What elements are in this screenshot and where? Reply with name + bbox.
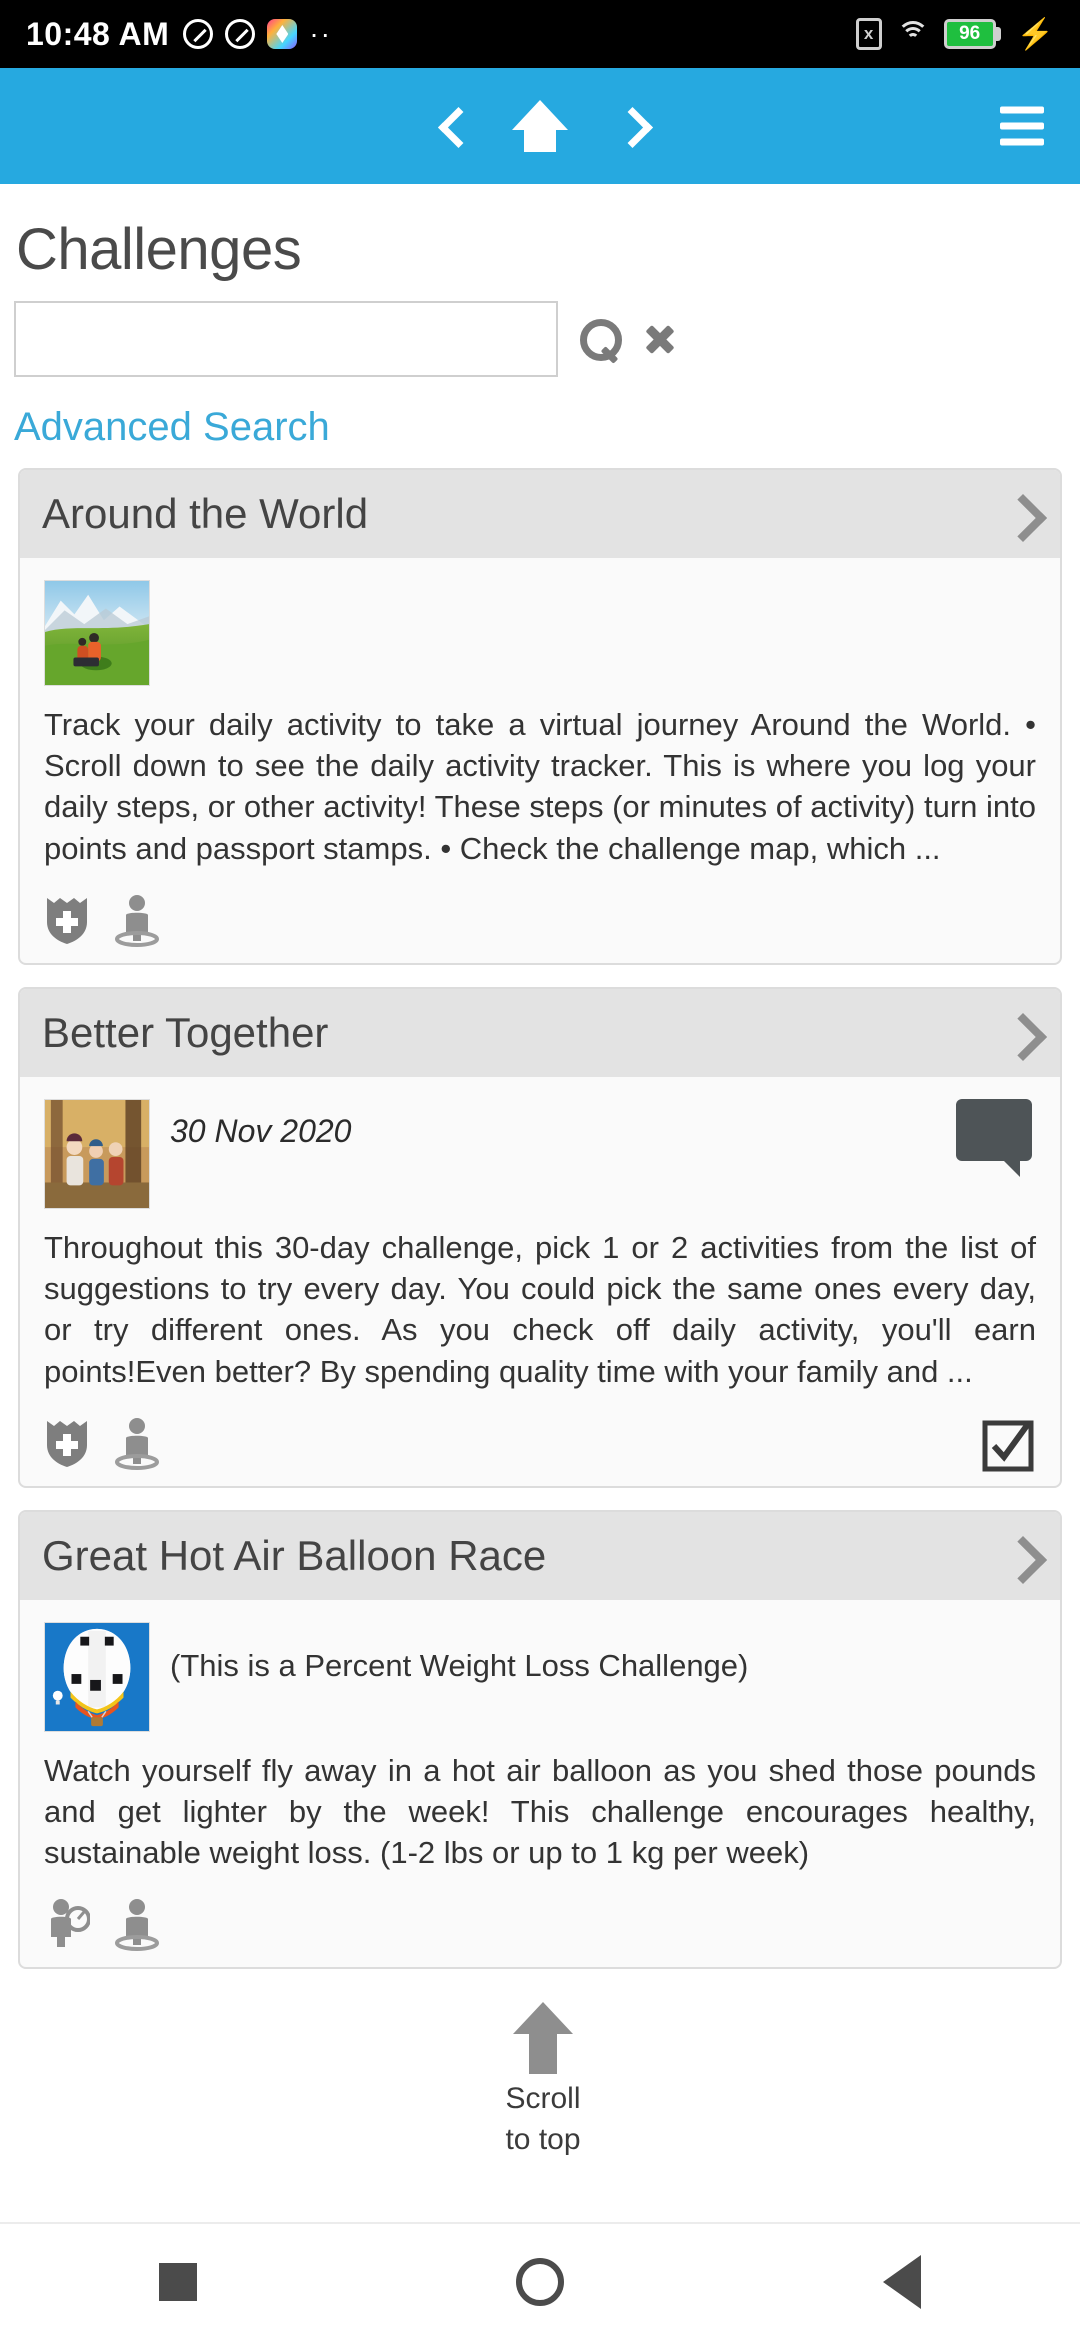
- search-row: [0, 301, 1080, 377]
- challenge-title: Better Together: [42, 1008, 329, 1056]
- battery-cap: [995, 27, 1001, 41]
- challenge-thumbnail: [44, 1621, 150, 1732]
- challenge-card[interactable]: Great Hot Air Balloon Race (This is a Pe…: [18, 1509, 1062, 1970]
- wifi-icon: [896, 19, 930, 49]
- challenge-card-header[interactable]: Around the World: [20, 470, 1060, 558]
- challenge-card-footer: [20, 1406, 1060, 1486]
- sim-card-off-icon: x: [855, 18, 882, 50]
- challenge-thumbnail: [44, 1098, 150, 1209]
- challenge-thumbnail: [44, 580, 150, 686]
- arrow-up-icon: [511, 2000, 575, 2076]
- challenge-title: Great Hot Air Balloon Race: [42, 1531, 547, 1579]
- search-input[interactable]: [14, 301, 558, 377]
- charging-bolt-icon: ⚡: [1016, 17, 1054, 51]
- ring-icon: [225, 19, 256, 49]
- challenge-description: Track your daily activity to take a virt…: [44, 707, 1036, 866]
- checkbox-checked-icon[interactable]: [982, 1420, 1034, 1472]
- scroll-to-top-label-line2: to top: [505, 2122, 581, 2156]
- menu-icon[interactable]: [1000, 106, 1044, 146]
- ring-icon: [183, 19, 214, 49]
- challenge-card[interactable]: Better Together 30 Nov 2020 Throughout t…: [18, 986, 1062, 1488]
- forward-arrow-icon[interactable]: [610, 109, 644, 143]
- home-button[interactable]: [515, 2258, 564, 2306]
- chevron-right-icon[interactable]: [1004, 1541, 1034, 1571]
- more-dots-icon: ··: [309, 18, 332, 49]
- back-arrow-icon[interactable]: [436, 109, 470, 143]
- app-bar: [0, 68, 1080, 184]
- shield-plus-icon[interactable]: [44, 894, 90, 946]
- status-bar: 10:48 AM ·· x 96 ⚡: [0, 0, 1080, 68]
- battery-icon: 96: [943, 19, 1001, 49]
- challenge-note: (This is a Percent Weight Loss Challenge…: [170, 1647, 749, 1683]
- chevron-right-icon[interactable]: [1004, 1018, 1034, 1048]
- challenge-card-body: Track your daily activity to take a virt…: [20, 558, 1060, 883]
- back-button[interactable]: [882, 2255, 921, 2309]
- advanced-search-link[interactable]: Advanced Search: [0, 377, 1080, 468]
- clear-icon[interactable]: [642, 321, 678, 357]
- challenge-thumb-row: (This is a Percent Weight Loss Challenge…: [44, 1621, 1036, 1732]
- battery-level-label: 96: [943, 19, 996, 49]
- person-platform-icon[interactable]: [114, 893, 160, 947]
- shield-plus-icon[interactable]: [44, 1417, 90, 1469]
- challenge-card-header[interactable]: Great Hot Air Balloon Race: [20, 1511, 1060, 1600]
- challenge-card-header[interactable]: Better Together: [20, 988, 1060, 1077]
- scroll-to-top-label-line1: Scroll: [505, 2082, 581, 2115]
- challenge-thumb-row: [44, 580, 1036, 686]
- recent-apps-button[interactable]: [159, 2263, 198, 2301]
- home-icon[interactable]: [512, 100, 568, 152]
- person-platform-icon[interactable]: [114, 1897, 160, 1952]
- gallery-icon: [267, 19, 298, 49]
- android-navigation-bar: [0, 2222, 1080, 2340]
- scale-person-icon[interactable]: [44, 1897, 91, 1951]
- challenge-title: Around the World: [42, 490, 369, 537]
- chat-bubble-icon[interactable]: [956, 1098, 1032, 1177]
- app-bar-nav-group: [436, 100, 644, 152]
- status-bar-system-icons: x 96 ⚡: [855, 17, 1054, 52]
- challenge-thumb-row: 30 Nov 2020: [44, 1098, 1036, 1209]
- challenge-card-body: (This is a Percent Weight Loss Challenge…: [20, 1600, 1060, 1888]
- chevron-right-icon[interactable]: [1004, 499, 1034, 529]
- challenge-description: Throughout this 30-day challenge, pick 1…: [44, 1229, 1036, 1389]
- person-platform-icon[interactable]: [114, 1416, 160, 1470]
- status-bar-clock: 10:48 AM: [26, 15, 170, 52]
- status-bar-notification-icons: ··: [183, 19, 332, 49]
- challenge-card-footer: [20, 1887, 1060, 1967]
- challenge-description: Watch yourself fly away in a hot air bal…: [44, 1752, 1036, 1871]
- challenge-card-footer: [20, 883, 1060, 963]
- page-title: Challenges: [16, 217, 302, 282]
- challenge-card-body: 30 Nov 2020 Throughout this 30-day chall…: [20, 1077, 1060, 1406]
- challenge-card[interactable]: Around the World Track your daily activi…: [18, 468, 1062, 965]
- challenge-date: 30 Nov 2020: [170, 1112, 352, 1149]
- scroll-to-top-button[interactable]: Scroll to top: [478, 2000, 608, 2157]
- search-icon[interactable]: [580, 319, 622, 361]
